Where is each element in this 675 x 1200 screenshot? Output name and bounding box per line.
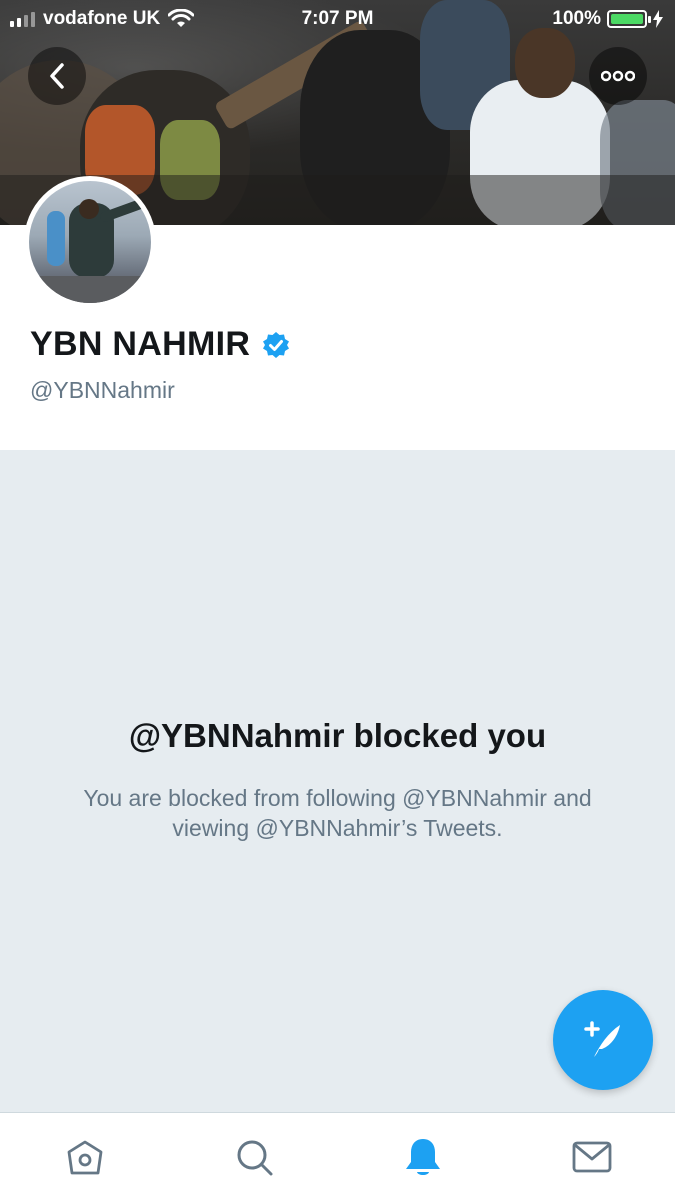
verified-badge-icon [263, 331, 290, 358]
profile-name: YBN NAHMIR [30, 325, 251, 363]
bell-icon [406, 1139, 440, 1175]
compose-tweet-button[interactable] [553, 990, 653, 1090]
search-icon [237, 1140, 273, 1176]
avatar-image [29, 181, 151, 303]
more-icon [601, 70, 635, 82]
tab-home[interactable] [63, 1135, 107, 1179]
chevron-left-icon [50, 63, 64, 89]
status-right: 100% [552, 8, 663, 30]
status-bar: vodafone UK 7:07 PM 100% [0, 0, 675, 40]
tab-notifications[interactable] [401, 1135, 445, 1179]
profile-handle: @YBNNahmir [30, 377, 175, 403]
blocked-title: @YBNNahmir blocked you [128, 717, 547, 754]
back-button[interactable] [28, 47, 86, 105]
compose-tweet-icon [584, 1021, 620, 1057]
blocked-description: You are blocked from following @YBNNahmi… [83, 785, 592, 841]
mail-icon [572, 1141, 612, 1173]
battery-percentage: 100% [552, 8, 601, 29]
profile-name-row: YBN NAHMIR [30, 325, 290, 364]
tab-messages[interactable] [570, 1135, 614, 1179]
charging-icon [653, 10, 663, 28]
bottom-tab-bar [0, 1112, 675, 1200]
more-button[interactable] [589, 47, 647, 105]
profile-avatar[interactable] [24, 176, 156, 308]
home-icon [67, 1140, 103, 1175]
tab-search[interactable] [232, 1135, 276, 1179]
battery-icon [607, 10, 651, 28]
